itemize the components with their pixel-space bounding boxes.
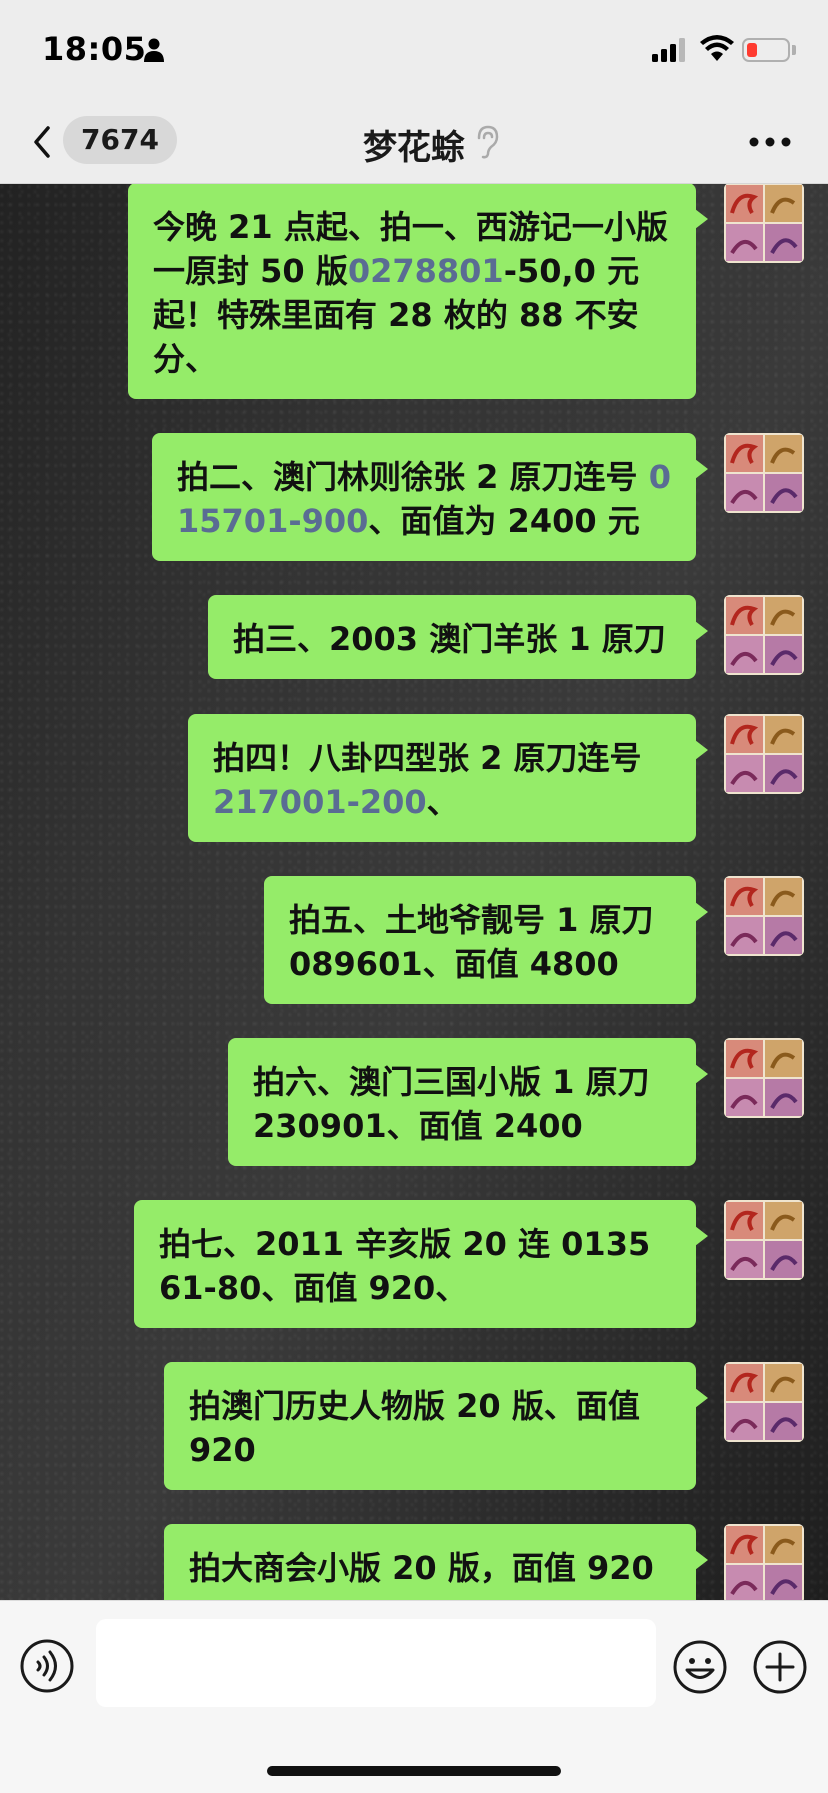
chat-area[interactable]: 今晚 21 点起、拍一、西游记一小版一原封 50 版0278801-50,0 元… [0,184,828,1600]
message-row: 今晚 21 点起、拍一、西游记一小版一原封 50 版0278801-50,0 元… [0,184,828,399]
message-bubble[interactable]: 拍澳门历史人物版 20 版、面值 920 [164,1362,708,1490]
message-bubble[interactable]: 拍七、2011 辛亥版 20 连 013561-80、面值 920、 [134,1200,708,1328]
message-text: 、 [426,783,459,821]
home-indicator [267,1766,561,1776]
sender-avatar[interactable] [724,876,804,956]
message-text: 拍五、土地爷靓号 1 原刀 089601、面值 4800 [289,901,654,983]
message-row: 拍大商会小版 20 版，面值 920 [0,1524,828,1600]
message-row: 拍五、土地爷靓号 1 原刀 089601、面值 4800 [0,876,828,1004]
message-row: 拍二、澳门林则徐张 2 原刀连号 015701-900、面值为 2400 元 [0,433,828,561]
message-bubble[interactable]: 拍六、澳门三国小版 1 原刀 230901、面值 2400 [228,1038,708,1166]
message-text: 拍大商会小版 20 版，面值 920 [189,1549,654,1587]
message-bubble[interactable]: 拍二、澳门林则徐张 2 原刀连号 015701-900、面值为 2400 元 [152,433,708,561]
sender-avatar[interactable] [724,595,804,675]
chat-header: 7674 梦花蜍 [0,100,828,184]
message-text: 拍六、澳门三国小版 1 原刀 230901、面值 2400 [253,1063,650,1145]
ear-icon [477,125,499,159]
message-input[interactable] [96,1619,656,1707]
sender-avatar[interactable] [724,433,804,513]
message-text: 、面值为 2400 元 [368,502,640,540]
message-row: 拍澳门历史人物版 20 版、面值 920 [0,1362,828,1490]
person-icon [144,38,164,62]
message-bubble[interactable]: 拍五、土地爷靓号 1 原刀 089601、面值 4800 [264,876,708,1004]
message-bubble[interactable]: 拍大商会小版 20 版，面值 920 [164,1524,708,1600]
sender-avatar[interactable] [724,1524,804,1600]
plus-icon[interactable] [752,1639,808,1695]
chat-title: 梦花蜍 [363,128,465,168]
message-bubble[interactable]: 今晚 21 点起、拍一、西游记一小版一原封 50 版0278801-50,0 元… [128,184,708,399]
wifi-icon [700,35,734,61]
number-link[interactable]: 217001-200 [213,783,427,821]
message-text: 拍七、2011 辛亥版 20 连 013561-80、面值 920、 [159,1225,651,1307]
input-bar [0,1600,828,1793]
battery-tip [792,45,796,55]
message-row: 拍七、2011 辛亥版 20 连 013561-80、面值 920、 [0,1200,828,1328]
number-link[interactable]: 0278801 [348,252,504,290]
more-icon[interactable] [748,136,792,148]
sender-avatar[interactable] [724,1200,804,1280]
sender-avatar[interactable] [724,1038,804,1118]
status-time: 18:05 [42,30,147,68]
emoji-icon[interactable] [672,1639,728,1695]
sender-avatar[interactable] [724,714,804,794]
battery-icon [742,38,790,62]
signal-icon [652,38,685,62]
message-row: 拍六、澳门三国小版 1 原刀 230901、面值 2400 [0,1038,828,1166]
message-text: 拍二、澳门林则徐张 2 原刀连号 [177,458,649,496]
message-row: 拍三、2003 澳门羊张 1 原刀 [0,595,828,679]
message-text: 拍三、2003 澳门羊张 1 原刀 [233,620,666,658]
message-row: 拍四！八卦四型张 2 原刀连号 217001-200、 [0,714,828,842]
message-text: 拍澳门历史人物版 20 版、面值 920 [189,1387,640,1469]
sender-avatar[interactable] [724,184,804,263]
status-bar: 18:05 [0,0,828,100]
message-text: 拍四！八卦四型张 2 原刀连号 [213,739,642,777]
message-bubble[interactable]: 拍三、2003 澳门羊张 1 原刀 [208,595,708,679]
sender-avatar[interactable] [724,1362,804,1442]
message-bubble[interactable]: 拍四！八卦四型张 2 原刀连号 217001-200、 [188,714,708,842]
voice-icon[interactable] [20,1639,74,1693]
